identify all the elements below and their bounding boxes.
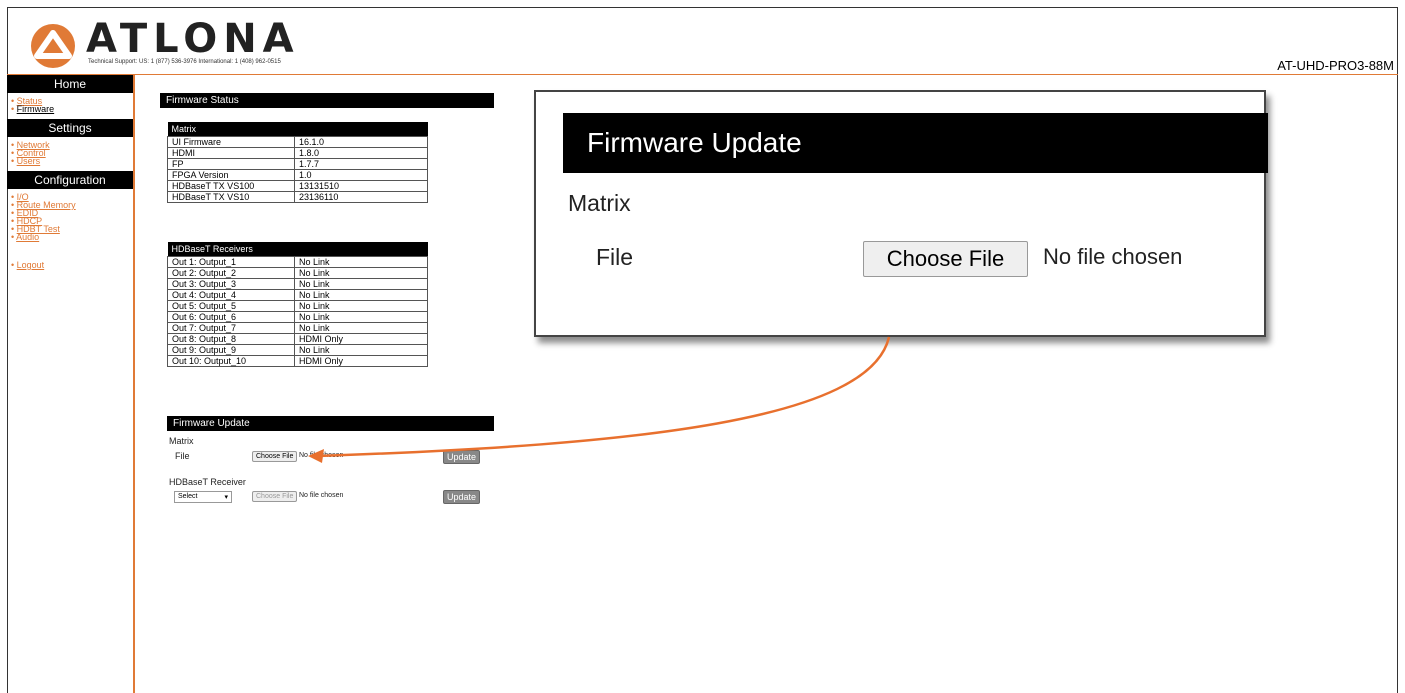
callout-arrow-icon	[308, 336, 891, 463]
